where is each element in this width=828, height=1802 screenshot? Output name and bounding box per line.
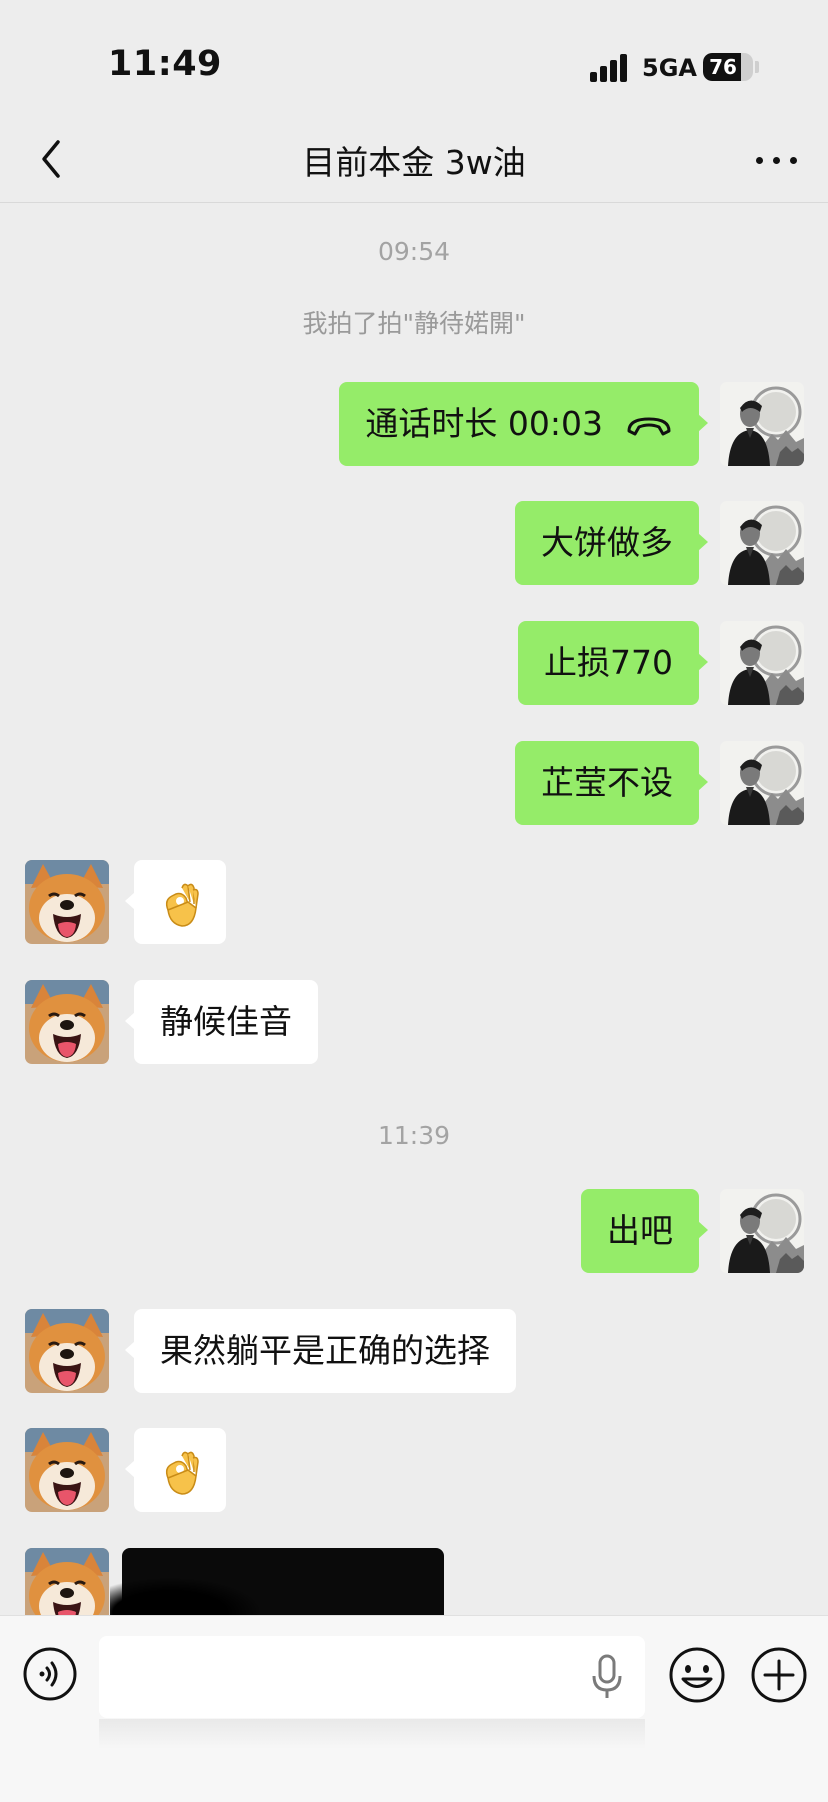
cellular-signal-icon	[590, 54, 630, 82]
battery-cap	[755, 61, 759, 73]
status-time: 11:49	[108, 44, 222, 84]
contact-avatar[interactable]	[25, 1548, 109, 1615]
chat-header: 目前本金 3w油	[0, 120, 828, 203]
message-list[interactable]: 09:54 我拍了拍"静待婼開" 通话时长 00:03 大饼做多 止损770 芷…	[0, 203, 828, 1615]
message-row	[0, 860, 828, 944]
my-avatar[interactable]	[720, 741, 804, 825]
emoji-icon[interactable]	[668, 1646, 726, 1704]
contact-avatar[interactable]	[25, 860, 109, 944]
network-type: 5GA	[642, 54, 697, 82]
message-bubble[interactable]: 止损770	[518, 621, 708, 705]
my-avatar[interactable]	[720, 621, 804, 705]
timestamp: 11:39	[377, 1121, 451, 1150]
battery-icon: 76	[703, 53, 753, 81]
voice-input-icon[interactable]	[22, 1646, 78, 1702]
phone-hangup-icon	[627, 417, 671, 435]
plus-icon[interactable]	[750, 1646, 808, 1704]
my-avatar[interactable]	[720, 1189, 804, 1273]
contact-avatar[interactable]	[25, 980, 109, 1064]
my-avatar[interactable]	[720, 382, 804, 466]
message-row: 静候佳音	[0, 980, 828, 1064]
redacted-message	[110, 1548, 444, 1615]
more-dots-icon[interactable]	[750, 140, 804, 180]
message-bubble[interactable]: 静候佳音	[125, 980, 318, 1064]
status-bar: 11:49 5GA 76	[0, 0, 828, 120]
message-bubble[interactable]: 出吧	[581, 1189, 708, 1273]
message-row: 通话时长 00:03	[0, 382, 828, 466]
message-bubble[interactable]: 芷莹不设	[515, 741, 708, 825]
input-bar	[0, 1615, 828, 1802]
timestamp: 09:54	[377, 237, 451, 266]
message-row: 出吧	[0, 1189, 828, 1273]
emoji-bubble[interactable]	[125, 1428, 226, 1512]
input-shadow	[99, 1719, 645, 1749]
message-row	[0, 1548, 828, 1615]
microphone-icon[interactable]	[591, 1654, 623, 1700]
system-message: 我拍了拍"静待婼開"	[302, 309, 526, 338]
message-row	[0, 1428, 828, 1512]
emoji-bubble[interactable]	[125, 860, 226, 944]
message-bubble[interactable]: 果然躺平是正确的选择	[125, 1309, 516, 1393]
chevron-left-icon[interactable]	[32, 134, 72, 184]
ok-hand-emoji	[165, 883, 199, 927]
contact-avatar[interactable]	[25, 1309, 109, 1393]
message-row: 止损770	[0, 621, 828, 705]
my-avatar[interactable]	[720, 501, 804, 585]
message-bubble[interactable]: 大饼做多	[515, 501, 708, 585]
battery-percent: 76	[709, 55, 737, 79]
message-row: 果然躺平是正确的选择	[0, 1309, 828, 1393]
contact-avatar[interactable]	[25, 1428, 109, 1512]
call-record-bubble[interactable]: 通话时长 00:03	[339, 382, 708, 466]
message-row: 芷莹不设	[0, 741, 828, 825]
chat-title[interactable]: 目前本金 3w油	[164, 136, 664, 184]
call-duration-text: 通话时长 00:03	[365, 404, 603, 443]
ok-hand-emoji	[165, 1451, 199, 1495]
message-row: 大饼做多	[0, 501, 828, 585]
message-input[interactable]	[99, 1636, 645, 1718]
